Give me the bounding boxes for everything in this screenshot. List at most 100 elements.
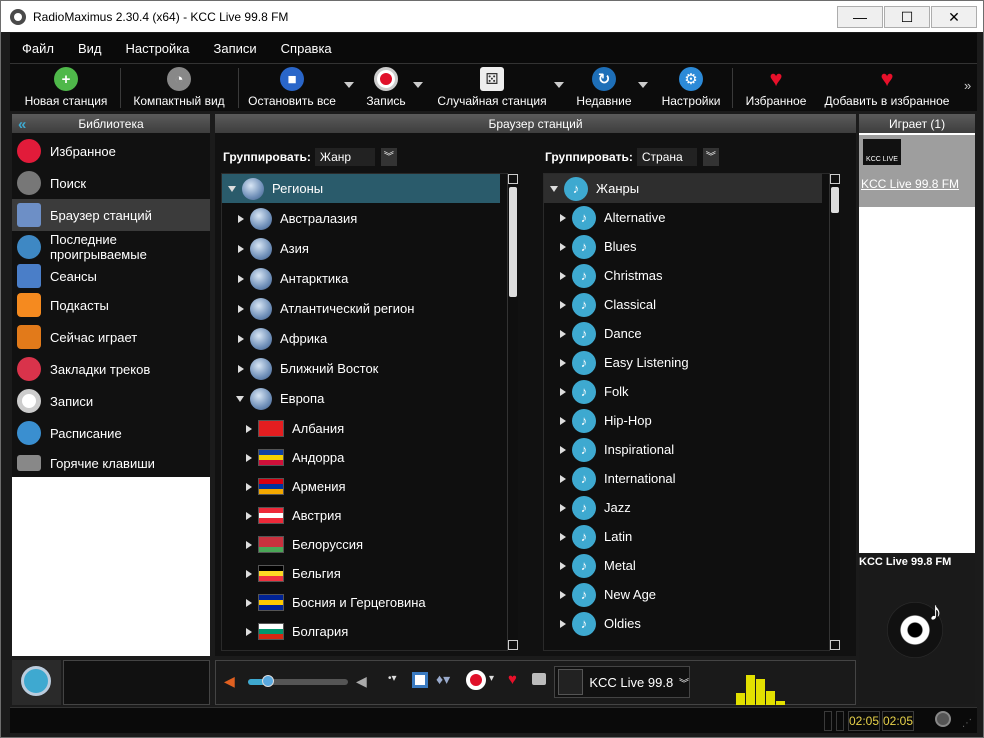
resize-grip-icon[interactable]: ⋰ <box>962 718 972 729</box>
random-dropdown-icon[interactable] <box>554 82 564 88</box>
tree-genre[interactable]: ♪ Christmas <box>544 261 822 290</box>
tree-genre[interactable]: ♪ Alternative <box>544 203 822 232</box>
expand-icon[interactable] <box>246 511 252 520</box>
library-item-hotkeys[interactable]: Горячие клавиши <box>12 447 210 479</box>
menu-help[interactable]: Справка <box>281 41 332 56</box>
genre-scrollbar[interactable] <box>829 173 840 651</box>
expand-icon[interactable] <box>560 445 566 454</box>
tree-genre[interactable]: ♪ Jazz <box>544 493 822 522</box>
tree-genre[interactable]: ♪ Blues <box>544 232 822 261</box>
chevron-down-icon[interactable]: ︾ <box>702 148 719 166</box>
scroll-top-icon[interactable] <box>508 174 518 184</box>
expand-icon[interactable] <box>560 300 566 309</box>
tree-region-expanded[interactable]: Европа <box>222 384 500 413</box>
library-item-bookmarks[interactable]: Закладки треков <box>12 353 210 385</box>
expand-icon[interactable] <box>246 453 252 462</box>
tree-country[interactable]: Болгария <box>222 617 500 646</box>
favorite-add-icon[interactable]: ♥ <box>508 671 517 688</box>
expand-icon[interactable] <box>550 185 558 192</box>
region-scrollbar[interactable] <box>507 173 518 651</box>
library-item-records[interactable]: Записи <box>12 385 210 417</box>
library-item-schedule[interactable]: Расписание <box>12 417 210 449</box>
library-item-now-playing[interactable]: Сейчас играет <box>12 321 210 353</box>
tree-root-regions[interactable]: Регионы <box>222 174 500 203</box>
expand-icon[interactable] <box>238 364 244 373</box>
tree-region[interactable]: Австралазия <box>222 204 500 233</box>
expand-icon[interactable] <box>560 503 566 512</box>
expand-icon[interactable] <box>560 213 566 222</box>
expand-icon[interactable] <box>560 474 566 483</box>
recent-dropdown-icon[interactable] <box>638 82 648 88</box>
menu-view[interactable]: Вид <box>78 41 102 56</box>
scroll-thumb[interactable] <box>509 187 517 297</box>
tree-genre[interactable]: ♪ Inspirational <box>544 435 822 464</box>
tree-country[interactable]: Босния и Герцеговина <box>222 588 500 617</box>
expand-icon[interactable] <box>560 242 566 251</box>
library-item-browser[interactable]: Браузер станций <box>12 199 210 231</box>
stop-all-button[interactable]: ■ Остановить все <box>242 64 342 112</box>
app-logo-button[interactable] <box>12 660 61 705</box>
record-button[interactable] <box>466 670 486 690</box>
tree-region[interactable]: Ближний Восток <box>222 354 500 383</box>
tree-genre[interactable]: ♪ Metal <box>544 551 822 580</box>
library-item-favorites[interactable]: Избранное <box>12 135 210 167</box>
recent-button[interactable]: ↻ Недавние <box>572 64 636 112</box>
playing-station-link[interactable]: KCC Live 99.8 FM <box>861 177 959 191</box>
tree-country[interactable]: Армения <box>222 472 500 501</box>
stop-all-dropdown-icon[interactable] <box>344 82 354 88</box>
tree-region[interactable]: Африка <box>222 324 500 353</box>
favorites-button[interactable]: ♥ Избранное <box>738 64 814 112</box>
tree-genre[interactable]: ♪ International <box>544 464 822 493</box>
tree-country[interactable]: Австрия <box>222 501 500 530</box>
scroll-thumb[interactable] <box>831 187 839 213</box>
record-dropdown-icon[interactable]: ▾ <box>489 673 494 684</box>
expand-icon[interactable] <box>560 329 566 338</box>
expand-icon[interactable] <box>560 619 566 628</box>
menu-file[interactable]: Файл <box>22 41 54 56</box>
tree-country[interactable]: Бельгия <box>222 559 500 588</box>
new-station-button[interactable]: + Новая станция <box>16 64 116 112</box>
chevron-down-icon[interactable]: ︾ <box>679 675 689 690</box>
tree-region[interactable]: Антарктика <box>222 264 500 293</box>
image-icon[interactable] <box>532 673 546 685</box>
group-select-value[interactable]: Жанр <box>314 148 375 166</box>
expand-icon[interactable] <box>246 482 252 491</box>
tree-genre[interactable]: ♪ Hip-Hop <box>544 406 822 435</box>
expand-icon[interactable] <box>238 244 244 253</box>
record-button[interactable]: Запись <box>360 64 412 112</box>
tree-region[interactable]: Азия <box>222 234 500 263</box>
expand-icon[interactable] <box>246 627 252 636</box>
expand-icon[interactable] <box>246 569 252 578</box>
tree-genre[interactable]: ♪ Classical <box>544 290 822 319</box>
volume-knob[interactable] <box>262 675 274 687</box>
expand-icon[interactable] <box>560 561 566 570</box>
expand-icon[interactable] <box>238 304 244 313</box>
volume-slider[interactable] <box>248 675 348 687</box>
expand-icon[interactable] <box>238 334 244 343</box>
tree-root-genres[interactable]: ♪ Жанры <box>544 174 822 203</box>
expand-icon[interactable] <box>560 358 566 367</box>
library-item-search[interactable]: Поиск <box>12 167 210 199</box>
expand-icon[interactable] <box>560 590 566 599</box>
scroll-top-icon[interactable] <box>830 174 840 184</box>
close-button[interactable]: ✕ <box>931 6 977 28</box>
collapse-icon[interactable] <box>236 395 244 402</box>
toolbar-overflow-button[interactable]: » <box>964 78 971 93</box>
expand-icon[interactable] <box>560 416 566 425</box>
tree-country[interactable]: Албания <box>222 414 500 443</box>
expand-icon[interactable] <box>560 532 566 541</box>
tree-region[interactable]: Атлантический регион <box>222 294 500 323</box>
menu-settings[interactable]: Настройка <box>126 41 190 56</box>
expand-icon[interactable] <box>246 540 252 549</box>
tree-genre[interactable]: ♪ Folk <box>544 377 822 406</box>
mute-icon[interactable]: ◀ <box>356 673 367 690</box>
random-station-button[interactable]: ⚄ Случайная станция <box>430 64 554 112</box>
stop-button[interactable] <box>412 672 428 688</box>
tree-country[interactable]: Андорра <box>222 443 500 472</box>
library-item-sessions[interactable]: Сеансы <box>12 260 210 292</box>
expand-icon[interactable] <box>228 185 236 192</box>
expand-icon[interactable] <box>238 274 244 283</box>
tree-genre[interactable]: ♪ Latin <box>544 522 822 551</box>
maximize-button[interactable]: ☐ <box>884 6 930 28</box>
library-item-podcasts[interactable]: Подкасты <box>12 289 210 321</box>
